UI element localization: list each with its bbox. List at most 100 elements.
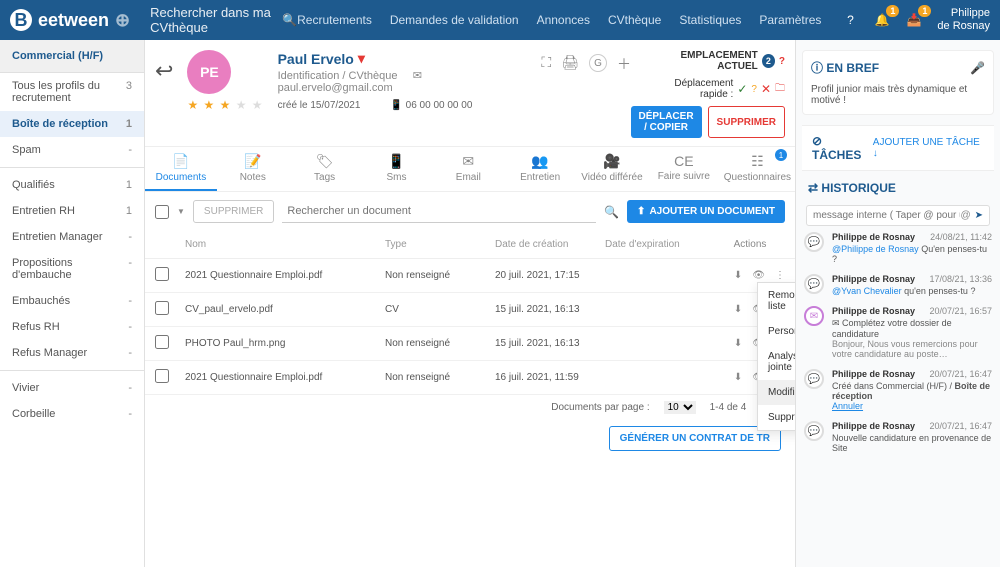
search-icon[interactable]: 🔍 [604, 205, 619, 219]
sidebar-item[interactable]: Corbeille- [0, 401, 144, 427]
tab-faire-suivre[interactable]: CEFaire suivre [648, 147, 720, 191]
bell-icon[interactable]: 🔔1 [873, 11, 891, 29]
delete-profile-button[interactable]: SUPPRIMER [708, 106, 785, 138]
profile-name[interactable]: Paul Ervelo▾ [278, 50, 528, 67]
doc-search-input[interactable] [282, 200, 596, 223]
sidebar-item[interactable]: Qualifiés1 [0, 172, 144, 198]
page-range: 1-4 de 4 [710, 402, 747, 413]
move-copy-button[interactable]: DÉPLACER / COPIER [631, 106, 702, 138]
sidebar-item[interactable]: Propositions d'embauche- [0, 250, 144, 288]
sidebar-title[interactable]: Commercial (H/F) [0, 40, 144, 73]
rating-stars[interactable]: ★ ★ ★ ★ ★ [187, 98, 263, 112]
download-icon[interactable]: ⬇ [734, 372, 742, 383]
row-checkbox[interactable] [155, 267, 169, 281]
print-icon[interactable]: 🖨 [561, 54, 579, 71]
help-icon[interactable]: ? [841, 11, 859, 29]
tab-vidéo-différée[interactable]: 🎥Vidéo différée [576, 147, 648, 191]
table-row[interactable]: 2021 Questionnaire Emploi.pdf Non rensei… [145, 259, 795, 293]
ctx-item[interactable]: Modifier [758, 380, 795, 405]
user-menu[interactable]: Philippe de Rosnay [937, 7, 990, 33]
ctx-item[interactable]: Remonter en tête de liste [758, 283, 795, 319]
g-icon[interactable]: G [589, 54, 607, 72]
logo[interactable]: B eetween ⊕ [10, 9, 130, 31]
nav-recrutements[interactable]: Recrutements [297, 13, 372, 27]
back-button[interactable]: ↩ [155, 50, 173, 138]
at-icon[interactable]: @ [960, 210, 970, 221]
nav-annonces[interactable]: Annonces [537, 13, 590, 27]
history-icon: 💬 [804, 274, 824, 294]
sidebar-item[interactable]: Refus Manager- [0, 340, 144, 366]
brief-card: ⓘ EN BREF🎤 Profil junior mais très dynam… [802, 50, 994, 115]
nav-demandes[interactable]: Demandes de validation [390, 13, 519, 27]
download-icon[interactable]: ⬇ [734, 270, 742, 281]
location-count[interactable]: 2 [762, 54, 775, 68]
tab-notes[interactable]: 📝Notes [217, 147, 289, 191]
inbox-icon[interactable]: 📥1 [905, 11, 923, 29]
sidebar-item[interactable]: Refus RH- [0, 314, 144, 340]
generate-contract-button[interactable]: GÉNÉRER UN CONTRAT DE TR [609, 426, 781, 451]
expand-icon[interactable]: ⛶ [541, 54, 551, 71]
eye-icon[interactable]: 👁 [752, 270, 765, 281]
tab-entretien[interactable]: 👥Entretien [504, 147, 576, 191]
mic-icon[interactable]: 🎤 [970, 61, 985, 75]
folder-icon[interactable]: 🗀 [775, 81, 785, 98]
history-icon: 💬 [804, 232, 824, 252]
tab-questionnaires[interactable]: ☷Questionnaires1 [720, 147, 795, 191]
sidebar-item[interactable]: Entretien RH1 [0, 198, 144, 224]
check-icon[interactable]: ✓ [737, 82, 747, 96]
select-all-checkbox[interactable] [155, 205, 169, 219]
tab-sms[interactable]: 📱Sms [361, 147, 433, 191]
plus-icon[interactable]: ⊕ [115, 10, 130, 31]
history-item: ✉ Philippe de Rosnay20/07/21, 16:57 ✉ Co… [804, 306, 992, 359]
location-label: EMPLACEMENT ACTUEL [645, 50, 758, 72]
tab-documents[interactable]: 📄Documents [145, 147, 217, 191]
tab-email[interactable]: ✉Email [432, 147, 504, 191]
more-icon[interactable]: ⋮ [775, 270, 785, 281]
nav-statistiques[interactable]: Statistiques [679, 13, 741, 27]
user-first: Philippe [937, 7, 990, 20]
plus-icon[interactable]: ＋ [617, 54, 631, 74]
delete-docs-button[interactable]: SUPPRIMER [193, 200, 274, 223]
download-icon[interactable]: ⬇ [734, 338, 742, 349]
history-icon: ✉ [804, 306, 824, 326]
context-menu: Remonter en tête de listePersonnaliserAn… [757, 282, 795, 431]
sidebar-item[interactable]: Spam- [0, 137, 144, 163]
ctx-item[interactable]: Analyser la pièce jointe [758, 344, 795, 380]
ctx-item[interactable]: Supprimer [758, 405, 795, 430]
header-search[interactable]: Rechercher dans ma CVthèque 🔍 [150, 5, 297, 35]
add-document-button[interactable]: ⬆AJOUTER UN DOCUMENT [627, 200, 785, 223]
question-icon[interactable]: ? [751, 84, 757, 95]
sidebar-item[interactable]: Entretien Manager- [0, 224, 144, 250]
help-small-icon[interactable]: ? [779, 56, 785, 67]
add-task-button[interactable]: AJOUTER UNE TÂCHE ↓ [873, 137, 984, 159]
search-icon[interactable]: 🔍 [282, 13, 297, 27]
ctx-item[interactable]: Personnaliser [758, 319, 795, 344]
quick-move-label: Déplacement rapide : [645, 78, 733, 100]
send-icon[interactable]: ➤ [975, 210, 983, 221]
right-panel: ⓘ EN BREF🎤 Profil junior mais très dynam… [795, 40, 1000, 567]
tab-tags[interactable]: 🏷Tags [289, 147, 361, 191]
per-page-select[interactable]: 10 [664, 401, 696, 414]
message-input[interactable] [813, 210, 960, 221]
x-icon[interactable]: ✕ [761, 82, 771, 96]
download-icon[interactable]: ⬇ [734, 304, 742, 315]
row-checkbox[interactable] [155, 369, 169, 383]
nav-parametres[interactable]: Paramètres [759, 13, 821, 27]
sidebar-item[interactable]: Boîte de réception1 [0, 111, 144, 137]
profile-email[interactable]: paul.ervelo@gmail.com [278, 82, 393, 94]
sidebar-item[interactable]: Tous les profils du recrutement3 [0, 73, 144, 111]
sidebar-item[interactable]: Vivier- [0, 375, 144, 401]
row-checkbox[interactable] [155, 301, 169, 315]
header-right: ? 🔔1 📥1 Philippe de Rosnay [841, 7, 990, 33]
sidebar-item[interactable]: Embauchés- [0, 288, 144, 314]
taches-title: TÂCHES [812, 148, 861, 162]
history-icon: 💬 [804, 421, 824, 441]
nav-cvtheque[interactable]: CVthèque [608, 13, 661, 27]
chevron-down-icon[interactable]: ▼ [177, 207, 185, 216]
app-header: B eetween ⊕ Rechercher dans ma CVthèque … [0, 0, 1000, 40]
profile-phone[interactable]: 📱 06 00 00 00 00 [390, 100, 472, 111]
table-row[interactable]: 2021 Questionnaire Emploi.pdf Non rensei… [145, 361, 795, 395]
table-row[interactable]: PHOTO Paul_hrm.png Non renseigné 15 juil… [145, 327, 795, 361]
row-checkbox[interactable] [155, 335, 169, 349]
table-row[interactable]: CV_paul_ervelo.pdf CV 15 juil. 2021, 16:… [145, 293, 795, 327]
